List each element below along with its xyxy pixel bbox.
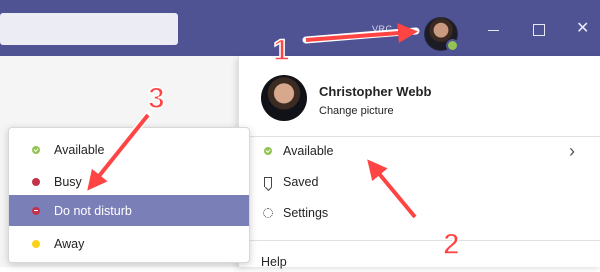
gear-icon [261, 208, 275, 218]
profile-photo[interactable] [261, 75, 307, 121]
chevron-right-icon[interactable]: › [569, 142, 575, 160]
change-picture-link[interactable]: Change picture [319, 105, 394, 117]
status-option-do-not-disturb[interactable]: Do not disturb [9, 195, 249, 226]
available-icon [30, 145, 42, 154]
help-row[interactable]: Help [261, 252, 287, 272]
away-icon [30, 239, 42, 248]
status-option-label: Do not disturb [54, 203, 132, 218]
saved-row[interactable]: Saved [261, 172, 318, 192]
divider [239, 136, 600, 137]
status-option-away[interactable]: Away [9, 228, 249, 259]
divider [239, 240, 600, 241]
status-available-row[interactable]: Available [261, 141, 334, 161]
maximize-icon[interactable] [532, 22, 546, 36]
step-number-1: 1 [272, 33, 290, 68]
status-option-label: Away [54, 236, 85, 251]
bookmark-icon [261, 177, 275, 187]
available-status-dot [446, 39, 459, 52]
busy-icon [30, 177, 42, 186]
available-icon [261, 147, 275, 155]
step-number-2: 2 [442, 227, 460, 262]
profile-panel: Christopher Webb Change picture Availabl… [238, 56, 600, 269]
settings-label: Settings [283, 206, 329, 220]
search-box[interactable] [0, 13, 178, 45]
status-option-busy[interactable]: Busy [9, 166, 249, 197]
status-option-label: Busy [54, 174, 82, 189]
status-option-label: Available [54, 142, 105, 157]
minimize-icon[interactable] [487, 22, 501, 36]
status-dropdown-menu: Available Busy Do not disturb Away [8, 127, 250, 263]
profile-name: Christopher Webb [319, 84, 432, 99]
status-available-label: Available [283, 144, 334, 158]
settings-row[interactable]: Settings [261, 203, 328, 223]
close-icon[interactable]: ✕ [576, 21, 590, 37]
title-bar: VRC ✕ [0, 0, 600, 56]
step-number-3: 3 [147, 81, 165, 116]
status-option-available[interactable]: Available [9, 134, 249, 165]
profile-avatar-button[interactable] [424, 17, 459, 52]
titlebar-text: VRC [372, 24, 393, 34]
saved-label: Saved [283, 175, 319, 189]
do-not-disturb-icon [30, 206, 42, 215]
